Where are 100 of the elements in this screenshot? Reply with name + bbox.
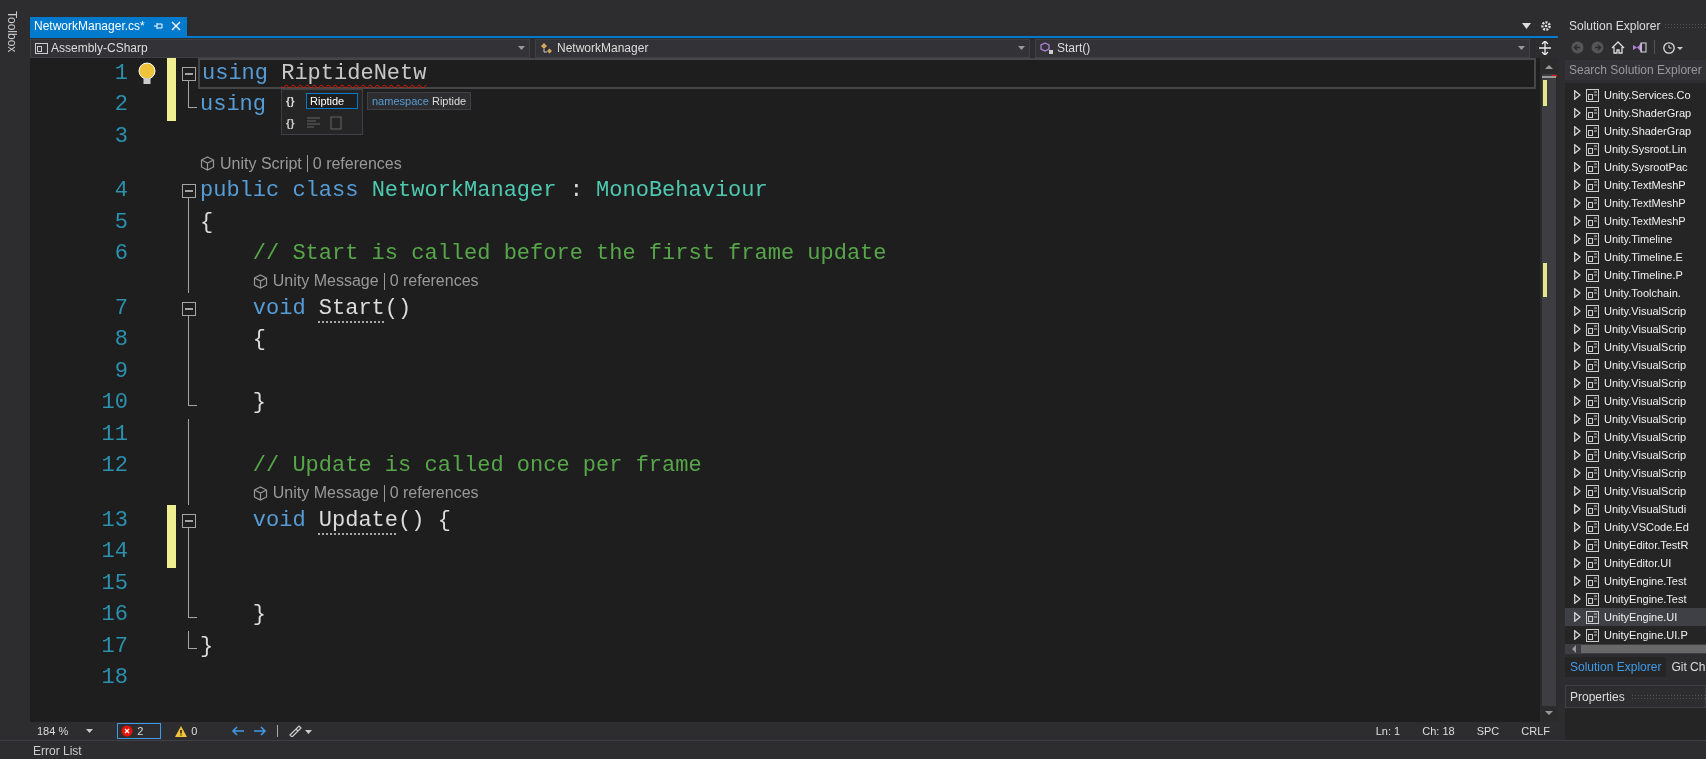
tree-item[interactable]: Unity.ShaderGrap	[1565, 104, 1706, 122]
project-icon	[1586, 448, 1599, 462]
tree-item[interactable]: Unity.SysrootPac	[1565, 158, 1706, 176]
brush-icon[interactable]	[288, 725, 313, 737]
dropdown-caret-icon[interactable]	[1522, 23, 1531, 30]
collapse-icon[interactable]	[182, 66, 196, 81]
collapse-icon[interactable]	[182, 301, 196, 316]
tree-item[interactable]: Unity.VSCode.Ed	[1565, 518, 1706, 536]
toolbox-tab[interactable]: Toolbox	[5, 11, 19, 53]
errors-button[interactable]: 2	[117, 723, 162, 739]
tree-item[interactable]: Unity.VisualScrip	[1565, 338, 1706, 356]
references-link[interactable]: 0 references	[389, 272, 479, 291]
tree-item[interactable]: Unity.Sysroot.Lin	[1565, 140, 1706, 158]
tree-item[interactable]: Unity.ShaderGrap	[1565, 122, 1706, 140]
warnings-button[interactable]: 0	[171, 723, 202, 739]
tree-item[interactable]: Unity.Timeline.E	[1565, 248, 1706, 266]
tree-item[interactable]: Unity.VisualScrip	[1565, 320, 1706, 338]
namespace-filter-button[interactable]: {}	[286, 116, 298, 129]
codelens-link[interactable]: Unity Script	[200, 154, 302, 173]
tree-item[interactable]: Unity.VisualScrip	[1565, 374, 1706, 392]
line-number: 10	[101, 390, 128, 416]
document-tab[interactable]: NetworkManager.cs*	[30, 17, 187, 36]
tree-item[interactable]: Unity.TextMeshP	[1565, 176, 1706, 194]
panel-tab[interactable]: Solution Explorer	[1565, 657, 1667, 677]
line-ending-indicator: CRLF	[1521, 725, 1550, 737]
project-icon	[35, 41, 48, 55]
project-icon	[1586, 412, 1599, 426]
tree-item[interactable]: Unity.VisualScrip	[1565, 482, 1706, 500]
references-link[interactable]: 0 references	[312, 154, 402, 173]
lightbulb-icon[interactable]	[137, 61, 157, 86]
panel-tab[interactable]: Git Ch	[1666, 657, 1706, 677]
project-icon	[1586, 556, 1599, 570]
project-icon	[1586, 250, 1599, 264]
home-icon[interactable]	[1611, 40, 1625, 54]
project-icon	[1586, 268, 1599, 282]
line-number: 12	[101, 453, 128, 479]
completion-item[interactable]: Riptide	[306, 92, 358, 109]
solution-icon[interactable]	[1632, 40, 1647, 54]
horizontal-scrollbar[interactable]	[1565, 644, 1706, 654]
line-number: 18	[101, 665, 128, 691]
tree-item[interactable]: UnityEditor.TestR	[1565, 536, 1706, 554]
pin-icon[interactable]	[152, 21, 163, 32]
whitespace-indicator: SPC	[1476, 725, 1500, 737]
line-number: 16	[101, 602, 128, 628]
tree-item[interactable]: Unity.VisualScrip	[1565, 356, 1706, 374]
tree-item[interactable]: Unity.Timeline.P	[1565, 266, 1706, 284]
project-icon	[1586, 394, 1599, 408]
code-line: }	[200, 633, 214, 660]
tree-item[interactable]: Unity.VisualScrip	[1565, 446, 1706, 464]
project-icon	[1586, 196, 1599, 210]
references-link[interactable]: 0 references	[389, 484, 479, 503]
tree-item[interactable]: UnityEngine.Test	[1565, 590, 1706, 608]
tree-item[interactable]: Unity.VisualScrip	[1565, 428, 1706, 446]
navigation-dropdown[interactable]: Assembly-CSharp	[30, 38, 530, 58]
project-icon	[1586, 430, 1599, 444]
zoom-dropdown[interactable]: 184 %	[33, 723, 98, 739]
settings-icon[interactable]	[1540, 20, 1552, 33]
navigation-dropdown[interactable]: NetworkManager	[535, 38, 1030, 58]
code-line: public class NetworkManager : MonoBehaviour	[200, 178, 768, 205]
code-line: using	[200, 92, 266, 119]
project-icon	[1586, 358, 1599, 372]
project-icon	[1586, 232, 1599, 246]
back-arrow-icon[interactable]	[231, 726, 245, 736]
line-number: 1	[114, 60, 128, 86]
history-icon[interactable]	[1662, 40, 1684, 54]
forward-arrow-icon[interactable]	[254, 726, 268, 736]
navigation-dropdown[interactable]: Start()	[1035, 38, 1530, 58]
tree-item[interactable]: UnityEngine.Test	[1565, 572, 1706, 590]
close-icon[interactable]	[170, 21, 181, 32]
line-number: 14	[101, 539, 128, 565]
project-icon	[1586, 178, 1599, 192]
tree-item[interactable]: Unity.VisualScrip	[1565, 392, 1706, 410]
search-field[interactable]: Search Solution Explorer	[1565, 60, 1706, 80]
tree-item[interactable]: Unity.VisualScrip	[1565, 464, 1706, 482]
line-number: 9	[114, 358, 128, 384]
line-indicator: Ln: 1	[1375, 725, 1401, 737]
tree-item[interactable]: Unity.Toolchain.	[1565, 284, 1706, 302]
tree-item[interactable]: Unity.Timeline	[1565, 230, 1706, 248]
line-number: 4	[114, 178, 128, 204]
tree-item[interactable]: UnityEngine.UI.P	[1565, 626, 1706, 644]
tree-item[interactable]: Unity.VisualScrip	[1565, 302, 1706, 320]
line-number: 8	[114, 327, 128, 353]
codelens-link[interactable]: Unity Message	[252, 272, 379, 291]
tree-item[interactable]: Unity.TextMeshP	[1565, 194, 1706, 212]
tree-item[interactable]: Unity.VisualStudi	[1565, 500, 1706, 518]
project-icon	[1586, 628, 1599, 642]
collapse-icon[interactable]	[182, 184, 196, 199]
tree-item[interactable]: UnityEditor.UI	[1565, 554, 1706, 572]
tree-item[interactable]: Unity.TextMeshP	[1565, 212, 1706, 230]
project-icon	[1586, 574, 1599, 588]
panel-tab[interactable]: Error List	[33, 744, 82, 758]
collapse-icon[interactable]	[182, 513, 196, 528]
cube-icon	[252, 273, 268, 289]
tree-item[interactable]: UnityEngine.UI	[1565, 608, 1706, 626]
tree-item[interactable]: Unity.Services.Co	[1565, 86, 1706, 104]
line-number: 5	[114, 209, 128, 235]
vertical-scrollbar[interactable]	[1540, 57, 1558, 722]
codelens-link[interactable]: Unity Message	[252, 484, 379, 503]
project-icon	[1586, 592, 1599, 606]
tree-item[interactable]: Unity.VisualScrip	[1565, 410, 1706, 428]
